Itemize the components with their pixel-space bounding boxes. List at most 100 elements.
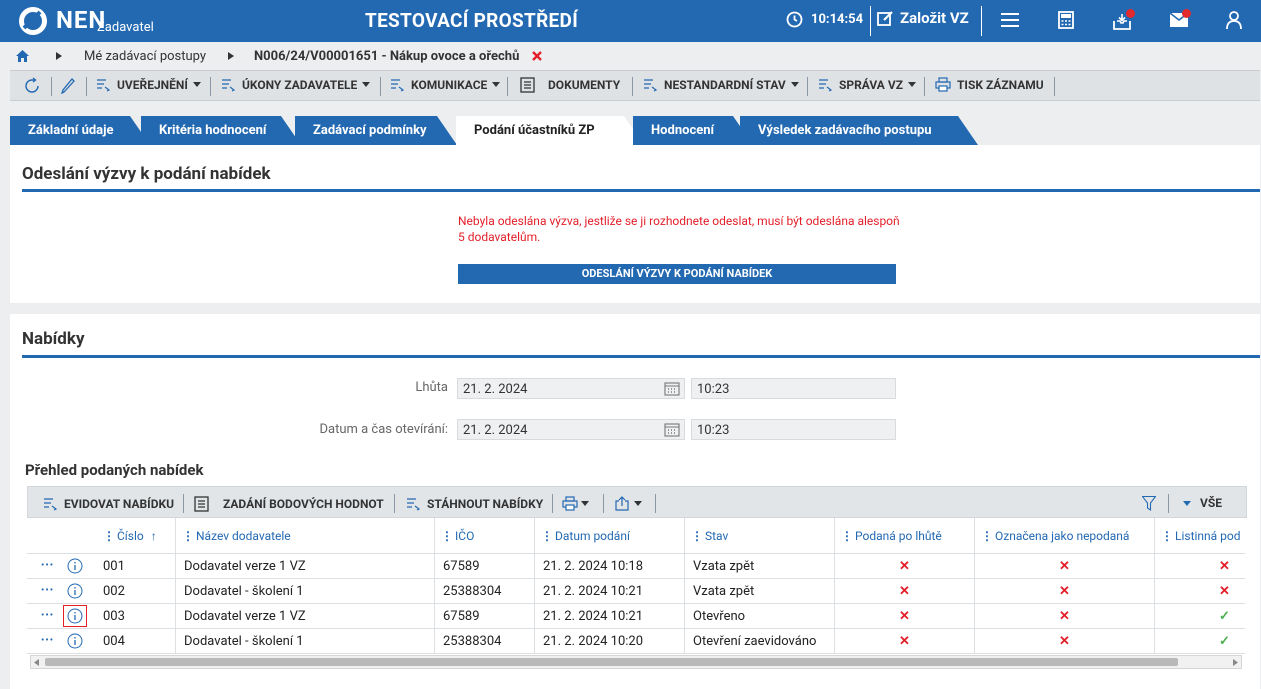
cell-supplier-name: Dodavatel - školení 1: [176, 629, 435, 654]
print-dropdown[interactable]: [562, 496, 589, 511]
kebab-icon[interactable]: ⋮: [691, 529, 703, 543]
more-icon[interactable]: •••: [41, 585, 54, 596]
deadline-date-field[interactable]: 21. 2. 2024: [457, 378, 685, 399]
info-icon[interactable]: [67, 558, 83, 574]
scroll-right-icon[interactable]: [1233, 659, 1238, 666]
menu-icon[interactable]: [1001, 12, 1019, 28]
more-icon[interactable]: •••: [41, 610, 54, 621]
communication-menu[interactable]: KOMUNIKACE: [390, 77, 501, 92]
register-offer-label: EVIDOVAT NABÍDKU: [64, 496, 175, 511]
tab-evaluation-criteria[interactable]: Kritéria hodnocení: [141, 116, 301, 145]
tab-tender-conditions[interactable]: Zadávací podmínky: [295, 116, 457, 145]
kebab-icon[interactable]: ⋮: [841, 529, 853, 543]
register-offer-button[interactable]: EVIDOVAT NABÍDKU: [43, 496, 174, 511]
cell-paper-yes-icon: ✓: [1219, 634, 1230, 649]
logo[interactable]: NEN: [18, 6, 106, 36]
column-submission-date-label: Datum podání: [555, 529, 630, 543]
tab-basic-info[interactable]: Základní údaje: [10, 116, 150, 145]
clock-icon: [786, 11, 803, 28]
download-offers-button[interactable]: STÁHNOUT NABÍDKY: [406, 496, 543, 511]
nonstandard-state-menu[interactable]: NESTANDARDNÍ STAV: [643, 77, 799, 92]
export-dropdown[interactable]: [615, 496, 642, 511]
create-vz-button[interactable]: Založit VZ: [877, 9, 969, 27]
info-icon[interactable]: [67, 633, 83, 649]
opening-time-field[interactable]: 10:23: [691, 419, 896, 440]
print-icon: [562, 496, 578, 511]
tab-bar: Základní údaje Kritéria hodnocení Zadáva…: [10, 116, 1260, 145]
column-submission-date[interactable]: ⋮ Datum podání: [535, 518, 685, 554]
chevron-down-icon: [362, 82, 371, 87]
vz-management-menu[interactable]: SPRÁVA VZ: [818, 77, 916, 92]
user-icon[interactable]: [1226, 11, 1242, 29]
column-paper[interactable]: ⋮ Listinná pod: [1155, 518, 1245, 554]
cell-number: 004: [95, 629, 176, 654]
table-row[interactable]: ••• 002 Dodavatel - školení 1 25388304 2…: [27, 579, 1245, 604]
info-icon[interactable]: [67, 608, 83, 624]
documents-label: DOKUMENTY: [548, 78, 621, 92]
horizontal-scrollbar[interactable]: [30, 655, 1242, 669]
pencil-icon[interactable]: [61, 77, 76, 94]
table-row[interactable]: ••• 004 Dodavatel - školení 1 25388304 2…: [27, 629, 1245, 654]
info-icon[interactable]: [67, 583, 83, 599]
deadline-label: Lhůta: [415, 380, 448, 395]
list-icon: [644, 79, 658, 92]
edit-icon: [877, 10, 893, 26]
opening-date-value: 21. 2. 2024: [463, 423, 528, 438]
print-record-button[interactable]: TISK ZÁZNAMU: [935, 77, 1044, 92]
session-clock: 10:14:54: [786, 11, 863, 28]
column-number[interactable]: ⋮ Číslo ↑: [95, 518, 176, 554]
cell-number: 002: [95, 579, 176, 604]
filter-icon[interactable]: [1142, 496, 1156, 511]
tab-evaluation[interactable]: Hodnocení: [633, 116, 753, 145]
cell-state: Otevřeno: [685, 604, 835, 629]
column-ico[interactable]: ⋮ IČO: [435, 518, 535, 554]
divider: [924, 77, 925, 96]
column-late[interactable]: ⋮ Podaná po lhůtě: [835, 518, 975, 554]
column-unsubmitted[interactable]: ⋮ Označena jako nepodaná: [975, 518, 1155, 554]
kebab-icon[interactable]: ⋮: [441, 529, 453, 543]
kebab-icon[interactable]: ⋮: [1161, 529, 1173, 543]
chevron-down-icon: [634, 501, 642, 506]
breadcrumb-my-procedures[interactable]: Mé zadávací postupy: [84, 49, 206, 64]
tab-participant-submissions[interactable]: Podání účastníků ZP: [456, 116, 644, 145]
kebab-icon[interactable]: ⋮: [981, 529, 993, 543]
kebab-icon[interactable]: ⋮: [103, 529, 115, 543]
enter-scores-button[interactable]: ZADÁNÍ BODOVÝCH HODNOT: [194, 496, 384, 512]
table-row[interactable]: ••• 003 Dodavatel verze 1 VZ 67589 21. 2…: [27, 604, 1245, 629]
filter-all-dropdown[interactable]: VŠE: [1183, 496, 1222, 510]
logo-subtitle: Zadavatel: [97, 20, 154, 35]
column-state[interactable]: ⋮ Stav: [685, 518, 835, 554]
tab-procedure-result[interactable]: Výsledek zadávacího postupu: [740, 116, 978, 145]
table-row[interactable]: ••• 001 Dodavatel verze 1 VZ 67589 21. 2…: [27, 554, 1245, 579]
close-icon[interactable]: [532, 51, 542, 61]
export-icon: [615, 496, 629, 511]
scrollbar-thumb[interactable]: [45, 658, 1178, 666]
cell-submission-date: 21. 2. 2024 10:21: [535, 604, 685, 629]
opening-date-field[interactable]: 21. 2. 2024: [457, 419, 685, 440]
column-supplier-name[interactable]: ⋮ Název dodavatele: [176, 518, 435, 554]
publication-menu[interactable]: UVEŘEJNĚNÍ: [96, 77, 201, 92]
cell-late-no-icon: ✕: [835, 579, 975, 604]
row-actions: •••: [27, 604, 95, 629]
divider: [603, 494, 604, 513]
breadcrumb-current-procedure[interactable]: N006/24/V00001651 - Nákup ovoce a ořechů: [254, 49, 519, 64]
scroll-left-icon[interactable]: [34, 659, 39, 666]
documents-button[interactable]: DOKUMENTY: [520, 77, 620, 93]
list-icon: [222, 79, 236, 92]
send-invitation-button[interactable]: ODESLÁNÍ VÝZVY K PODÁNÍ NABÍDEK: [458, 264, 896, 284]
contracting-actions-menu[interactable]: ÚKONY ZADAVATELE: [221, 77, 371, 92]
calendar-icon[interactable]: [664, 422, 680, 437]
deadline-time-field[interactable]: 10:23: [691, 378, 896, 399]
home-icon[interactable]: [16, 50, 29, 62]
calendar-icon[interactable]: [664, 381, 680, 396]
deadline-time-value: 10:23: [697, 382, 730, 397]
kebab-icon[interactable]: ⋮: [182, 529, 194, 543]
divider: [655, 494, 656, 513]
more-icon[interactable]: •••: [41, 560, 54, 571]
list-icon: [819, 79, 833, 92]
kebab-icon[interactable]: ⋮: [541, 529, 553, 543]
refresh-icon[interactable]: [23, 77, 41, 95]
calculator-icon[interactable]: [1058, 11, 1074, 29]
more-icon[interactable]: •••: [41, 635, 54, 646]
download-offers-label: STÁHNOUT NABÍDKY: [427, 496, 544, 511]
